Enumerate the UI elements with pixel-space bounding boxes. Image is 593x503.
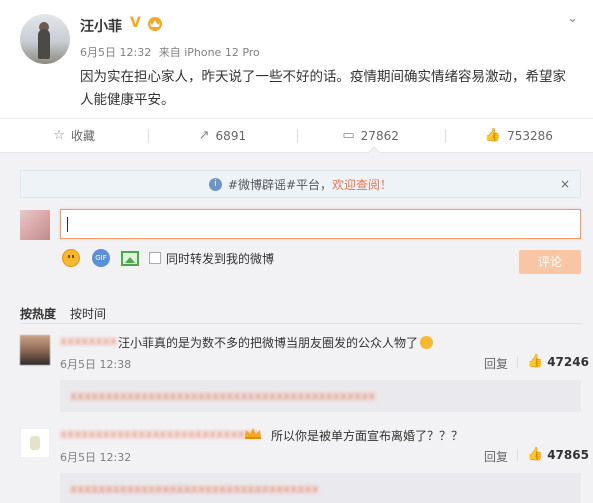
favorite-label: 收藏: [70, 129, 95, 143]
action-bar: ☆ 收藏 ↗ 6891 ▭ 27862 👍 753286: [0, 118, 593, 152]
repost-checkbox[interactable]: [149, 252, 161, 264]
sort-tabs: 按热度 按时间: [20, 305, 120, 322]
comment-input[interactable]: [60, 209, 581, 239]
reply-button[interactable]: 回复: [484, 355, 508, 372]
comment-text: 汪小菲真的是为数不多的把微博当朋友圈发的公众人物了: [118, 334, 434, 351]
sort-by-hot-tab[interactable]: 按热度: [20, 305, 56, 322]
author-name[interactable]: 汪小菲: [80, 16, 122, 36]
commenter-name[interactable]: xxxxxxxx: [60, 334, 117, 348]
repost-checkbox-label[interactable]: 同时转发到我的微博: [166, 250, 274, 267]
compose-tools: GIF 同时转发到我的微博: [60, 248, 274, 268]
star-icon: ☆: [53, 128, 65, 143]
post-date[interactable]: 6月5日 12:32: [80, 46, 151, 59]
avatar-mark: [30, 436, 40, 450]
comment-text: 所以你是被单方面宣布离婚了？？？: [271, 429, 464, 443]
like-count: 753286: [507, 128, 553, 143]
commenter-avatar[interactable]: [20, 335, 50, 365]
author-avatar[interactable]: [20, 14, 70, 64]
commenter-avatar[interactable]: [20, 428, 50, 458]
repost-count: 6891: [215, 128, 247, 143]
sort-by-time-tab[interactable]: 按时间: [70, 305, 106, 322]
separator: [517, 356, 518, 368]
submit-comment-button[interactable]: 评论: [519, 250, 581, 274]
comment-count: 27862: [360, 128, 399, 143]
vip-crown-icon: [148, 17, 162, 31]
post-text: 因为实在担心家人，昨天说了一些不好的话。疫情期间确实情绪容易激动，希望家人能健康…: [80, 69, 566, 108]
rumor-notice: i #微博辟谣#平台， 欢迎查阅！ ×: [20, 170, 581, 198]
image-icon[interactable]: [121, 250, 139, 266]
close-icon[interactable]: ×: [560, 177, 570, 191]
active-tab-arrow: [368, 146, 380, 153]
avatar-figure: [38, 29, 50, 59]
verified-v-icon: V: [130, 15, 141, 31]
notice-link[interactable]: 欢迎查阅！: [332, 176, 392, 193]
post-meta: 6月5日 12:32 来自 iPhone 12 Pro: [80, 44, 264, 60]
comment-time: 6月5日 12:38: [60, 358, 132, 371]
comment-time: 6月5日 12:32: [60, 451, 132, 464]
favorite-button[interactable]: ☆ 收藏: [0, 119, 148, 152]
comment-like-count: 47865: [547, 447, 589, 462]
comment-like-button[interactable]: 👍 47865: [527, 447, 589, 462]
emoji-icon[interactable]: [62, 249, 80, 267]
thumb-up-icon: 👍: [527, 447, 544, 462]
sub-reply-box: xxxxxxxxxxxxxxxxxxxxxxxxxxxxxxxxxxxxxxxx…: [60, 380, 581, 412]
vip-crown-icon: [245, 428, 261, 439]
sub-reply-box: xxxxxxxxxxxxxxxxxxxxxxxxxxxxxxxxxxx: [60, 473, 581, 503]
thumb-up-icon: 👍: [484, 128, 502, 143]
info-icon: i: [208, 177, 222, 191]
comment-icon: ▭: [342, 128, 355, 143]
repost-button[interactable]: ↗ 6891: [148, 119, 296, 152]
gif-icon[interactable]: GIF: [92, 249, 110, 267]
thumb-up-icon: 👍: [527, 354, 544, 369]
comment-like-button[interactable]: 👍 47246: [527, 354, 589, 369]
my-avatar: [20, 210, 50, 240]
sub-reply-text[interactable]: xxxxxxxxxxxxxxxxxxxxxxxxxxxxxxxxxxxxxxxx…: [70, 389, 375, 403]
text-caret: [67, 217, 68, 232]
commenter-name[interactable]: xxxxxxxxxxxxxxxxxxxxxxxxxxxx: [60, 427, 259, 441]
sub-reply-text[interactable]: xxxxxxxxxxxxxxxxxxxxxxxxxxxxxxxxxxx: [70, 482, 319, 496]
comment-like-count: 47246: [547, 354, 589, 369]
post-source: 来自 iPhone 12 Pro: [158, 46, 260, 59]
laugh-emoji-icon: [420, 336, 434, 349]
repost-icon: ↗: [198, 128, 210, 143]
like-button[interactable]: 👍 753286: [444, 119, 593, 152]
reply-button[interactable]: 回复: [484, 448, 508, 465]
chevron-down-icon[interactable]: ⌄: [567, 12, 581, 25]
separator: [517, 449, 518, 461]
divider: [20, 323, 581, 324]
notice-prefix: #微博辟谣#平台，: [227, 177, 333, 192]
weibo-post-card: 汪小菲 V ⌄ 6月5日 12:32 来自 iPhone 12 Pro 因为实在…: [0, 0, 593, 503]
